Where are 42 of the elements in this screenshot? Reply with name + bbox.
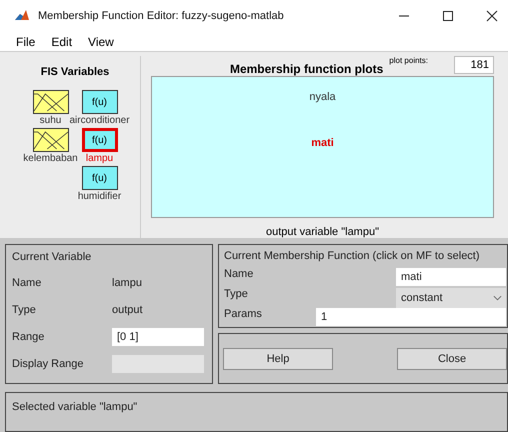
field-label: Params <box>224 308 263 320</box>
panel-title: Current Variable <box>12 251 92 263</box>
params-field[interactable]: 1 <box>316 308 506 326</box>
field-label: Display Range <box>12 358 85 370</box>
field-label: Name <box>224 268 254 280</box>
mf-type-dropdown[interactable]: constant <box>396 288 506 308</box>
range-field[interactable]: [0 1] <box>112 328 204 346</box>
variable-label: suhu <box>40 115 62 128</box>
mf-label[interactable]: nyala <box>309 91 336 103</box>
field-label: Range <box>12 330 46 342</box>
variable-label: lampu <box>86 153 114 166</box>
field-label: Type <box>12 304 37 316</box>
variable-name: lampu <box>112 276 143 288</box>
field-label: Type <box>224 288 249 300</box>
plot-points-field[interactable]: 181 <box>454 56 494 74</box>
variable-label: airconditioner <box>69 115 130 128</box>
plot-title: Membership function plots <box>230 62 384 76</box>
dialog-button[interactable]: Close <box>397 348 507 370</box>
menu-item[interactable]: Edit <box>51 34 72 49</box>
maximize-icon[interactable] <box>442 10 454 22</box>
menu-item[interactable]: View <box>88 34 114 49</box>
plot-caption: output variable "lampu" <box>265 226 380 238</box>
plot-points-label: plot points: <box>389 56 428 65</box>
window-title: Membership Function Editor: fuzzy-sugeno-matlab <box>38 10 285 22</box>
panel-title: FIS Variables <box>40 66 110 78</box>
output-variable-box[interactable]: f(u) <box>82 166 118 190</box>
variable-label: humidifier <box>78 191 122 204</box>
chevron-icon <box>493 294 502 300</box>
field-label: Name <box>12 276 42 288</box>
input-variable-box[interactable] <box>32 128 68 152</box>
status-text: Selected variable "lampu" <box>12 401 138 413</box>
output-variable-box[interactable]: f(u) <box>82 90 118 114</box>
input-variable-box[interactable] <box>32 90 68 114</box>
output-variable-box[interactable]: f(u) <box>82 128 118 152</box>
dialog-button[interactable]: Help <box>223 348 333 370</box>
menu-item[interactable]: File <box>16 34 36 49</box>
variable-type: output <box>112 304 144 316</box>
variable-label: kelembaban <box>23 153 78 166</box>
mf-name-field[interactable]: mati <box>396 268 506 286</box>
close-icon[interactable] <box>486 10 498 22</box>
panel-title: Current Membership Function (click on MF to select) <box>224 250 481 262</box>
mf-label[interactable]: mati <box>311 137 334 149</box>
